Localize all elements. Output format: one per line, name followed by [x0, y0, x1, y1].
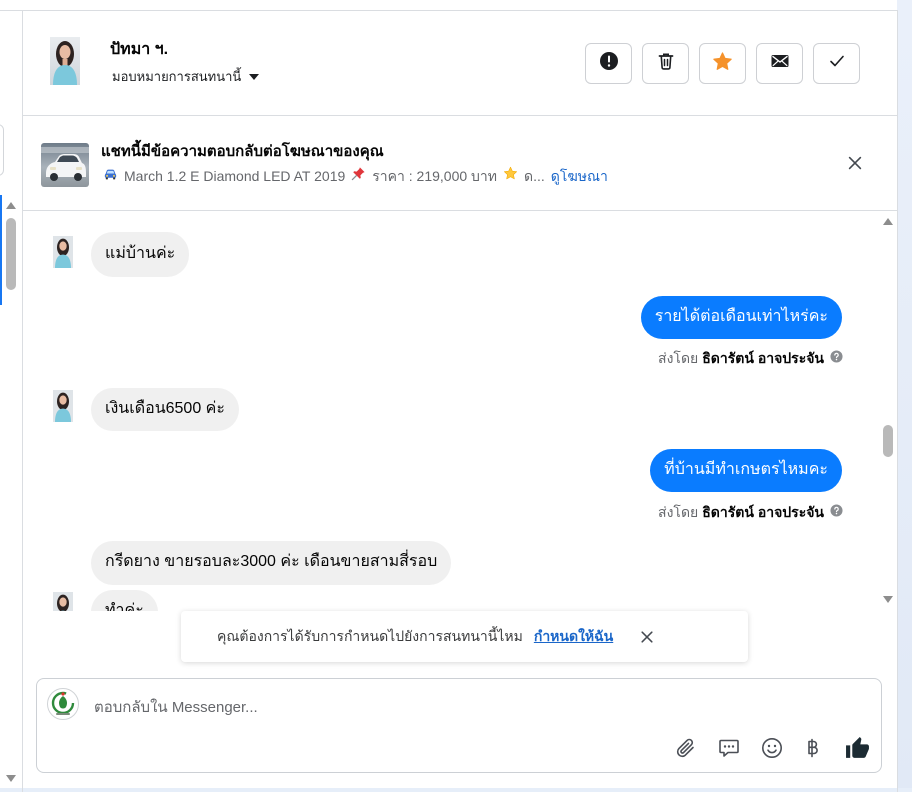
sent-by-label: ส่งโดย — [658, 350, 699, 366]
ad-detail-segment: ด... — [503, 166, 545, 186]
question-circle-icon[interactable] — [828, 503, 843, 521]
close-prompt-button[interactable] — [639, 629, 655, 645]
incoming-message[interactable]: ทำค่ะ — [91, 590, 158, 611]
active-conversation-indicator — [0, 195, 2, 305]
thread-scrollbar-thumb[interactable] — [883, 425, 893, 457]
star-emoji-icon — [503, 166, 518, 186]
sent-by-info: ส่งโดย ธิดารัตน์ อาจประจัน — [658, 349, 843, 367]
incoming-message[interactable]: เงินเดือน6500 ค่ะ — [91, 388, 239, 431]
assign-to-me-prompt: คุณต้องการได้รับการกำหนดไปยังการสนทนานี้… — [181, 611, 748, 662]
contact-avatar[interactable] — [53, 390, 73, 422]
list-scroll-up-icon[interactable] — [6, 202, 16, 209]
ad-reply-banner: แชทนี้มีข้อความตอบกลับต่อโฆษณาของคุณ Mar… — [23, 116, 897, 211]
conversation-card-edge[interactable] — [0, 124, 4, 176]
page-background — [897, 0, 912, 792]
saved-reply-icon — [719, 739, 739, 757]
incoming-message[interactable]: แม่บ้านค่ะ — [91, 232, 190, 277]
trash-icon — [656, 51, 676, 76]
contact-avatar[interactable] — [53, 592, 73, 611]
message-thread: แม่บ้านค่ะ รายได้ต่อเดือนเท่าไหร่คะ ส่งโ… — [23, 211, 897, 611]
report-spam-button[interactable] — [585, 43, 632, 84]
ad-detail-segment: ราคา : 219,000 บาท — [351, 166, 497, 186]
sender-name: ธิดารัตน์ อาจประจัน — [702, 504, 824, 520]
assign-prompt-text: คุณต้องการได้รับการกำหนดไปยังการสนทนานี้… — [217, 627, 523, 644]
attach-file-button[interactable] — [673, 736, 697, 760]
close-icon — [846, 156, 864, 176]
paperclip-icon — [676, 738, 694, 758]
baht-icon — [808, 738, 818, 758]
reply-input[interactable] — [94, 696, 854, 718]
ad-detail-segment: March 1.2 E Diamond LED AT 2019 — [103, 166, 345, 186]
outgoing-message[interactable]: ที่บ้านมีทำเกษตรไหมคะ — [650, 449, 842, 492]
ad-detail-text: ราคา : 219,000 บาท — [372, 168, 498, 184]
payment-request-button[interactable] — [801, 736, 825, 760]
message-composer — [36, 678, 882, 773]
ad-banner-detail: March 1.2 E Diamond LED AT 2019 ราคา : 2… — [103, 166, 608, 186]
outgoing-message[interactable]: รายได้ต่อเดือนเท่าไหร่คะ — [640, 296, 842, 339]
ad-thumbnail[interactable] — [41, 143, 89, 187]
conversation-header: ปัทมา ฯ. มอบหมายการสนทนานี้ — [23, 11, 897, 116]
thumbs-up-icon — [846, 737, 869, 758]
contact-name[interactable]: ปัทมา ฯ. — [110, 40, 168, 60]
sent-by-label: ส่งโดย — [658, 504, 699, 520]
close-icon — [641, 630, 653, 643]
question-circle-icon[interactable] — [828, 349, 843, 367]
list-scroll-down-icon[interactable] — [6, 775, 16, 782]
sender-name: ธิดารัตน์ อาจประจัน — [702, 350, 824, 366]
delete-button[interactable] — [642, 43, 689, 84]
thread-scroll-up-icon[interactable] — [883, 218, 893, 225]
saved-replies-button[interactable] — [717, 736, 741, 760]
pushpin-emoji-icon — [351, 166, 366, 186]
assign-conversation-dropdown[interactable]: มอบหมายการสนทนานี้ — [112, 68, 260, 86]
mark-unread-button[interactable] — [756, 43, 803, 84]
emoji-button[interactable] — [760, 736, 784, 760]
assign-to-me-link[interactable]: กำหนดให้ฉัน — [534, 626, 613, 648]
sent-by-info: ส่งโดย ธิดารัตน์ อาจประจัน — [658, 503, 843, 521]
assign-label: มอบหมายการสนทนานี้ — [112, 69, 242, 84]
car-emoji-icon — [103, 166, 118, 186]
mark-done-button[interactable] — [813, 43, 860, 84]
ad-detail-text: March 1.2 E Diamond LED AT 2019 — [124, 168, 346, 184]
inbox-chat-view: ปัทมา ฯ. มอบหมายการสนทนานี้ แชทนี้มีข้อค… — [0, 0, 912, 792]
conversation-actions — [585, 43, 860, 84]
check-icon — [827, 51, 847, 76]
list-scrollbar-thumb[interactable] — [6, 218, 16, 290]
ad-detail-text: ด... — [524, 168, 545, 184]
ad-banner-title: แชทนี้มีข้อความตอบกลับต่อโฆษณาของคุณ — [101, 143, 384, 160]
envelope-icon — [770, 51, 790, 76]
star-icon — [712, 51, 733, 77]
send-like-button[interactable] — [845, 736, 869, 760]
thread-scroll-down-icon[interactable] — [883, 596, 893, 603]
contact-avatar[interactable] — [50, 37, 80, 85]
chevron-down-icon — [248, 68, 260, 86]
exclamation-circle-icon — [599, 51, 619, 76]
close-ad-banner-button[interactable] — [846, 154, 864, 172]
emoji-icon — [762, 738, 782, 758]
view-ad-link[interactable]: ดูโฆษณา — [551, 166, 608, 186]
page-avatar — [47, 688, 79, 720]
star-button[interactable] — [699, 43, 746, 84]
contact-avatar[interactable] — [53, 236, 73, 268]
incoming-message[interactable]: กรีดยาง ขายรอบละ3000 ค่ะ เดือนขายสามสี่ร… — [91, 541, 452, 585]
